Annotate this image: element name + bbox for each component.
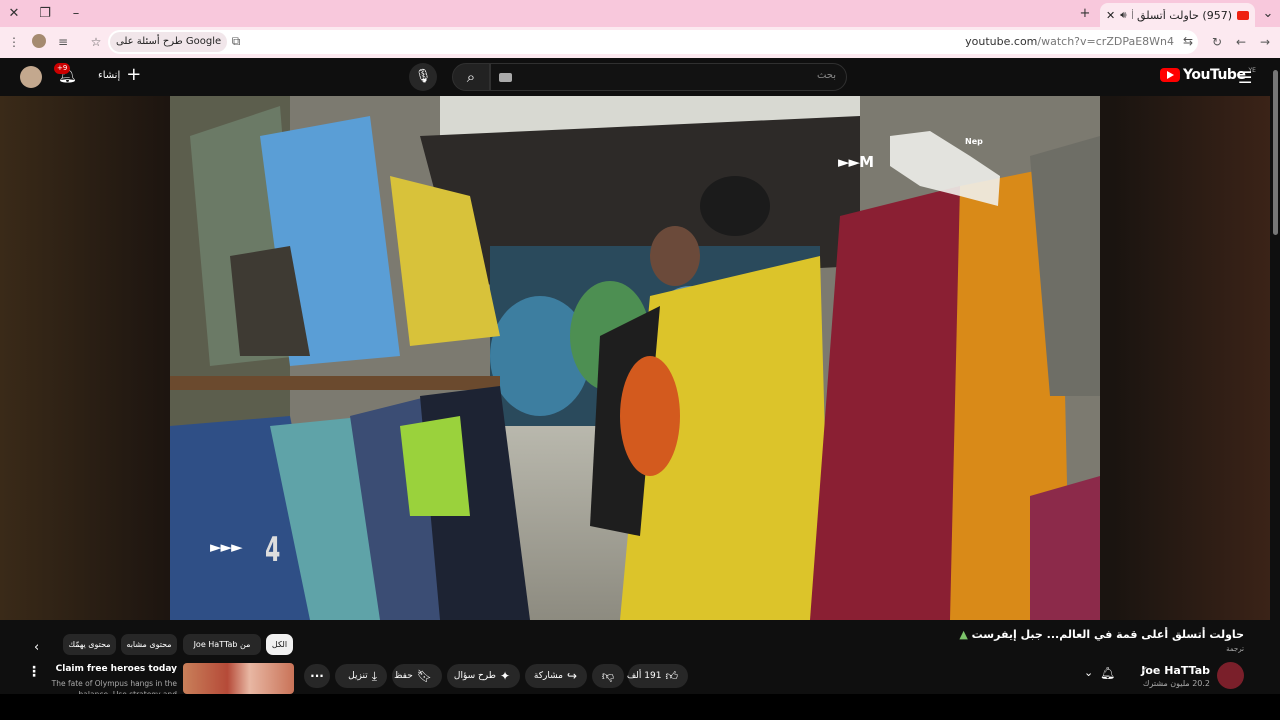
save-button[interactable]: 🔖︎ حفظ: [392, 664, 442, 688]
plus-icon: +: [126, 64, 142, 85]
mountain-emoji-icon: ▲: [959, 628, 968, 641]
overlay-arrows-bottom: ►►►: [210, 538, 243, 556]
sparkle-icon: ✦: [499, 669, 510, 683]
overlay-arrows-top: ►►M: [838, 153, 874, 171]
ad-menu-icon[interactable]: ⋮: [27, 664, 41, 680]
chip-all[interactable]: الكل: [266, 634, 293, 655]
browser-tab-bar: ✕ ❐ – + (957) حاولت أتسلق أعلى قمة 🔊︎ ✕ …: [0, 0, 1280, 27]
youtube-play-icon: [1160, 68, 1180, 82]
ask-label: طرح سؤال: [453, 671, 496, 681]
channel-name[interactable]: Joe HaTTab: [1141, 664, 1210, 677]
scrollbar-thumb[interactable]: [1273, 70, 1278, 235]
minimize-window-icon[interactable]: –: [66, 4, 86, 24]
subscribe-bell-icon[interactable]: 🔔︎: [1100, 666, 1115, 680]
map-label: Nep: [965, 137, 983, 146]
logo-text: YouTube: [1183, 67, 1246, 83]
search-icon: ⌕: [466, 68, 476, 86]
download-button[interactable]: ⤓ تنزيل: [335, 664, 387, 688]
new-tab-button[interactable]: +: [1075, 4, 1095, 24]
url-text[interactable]: youtube.com/watch?v=crZDPaE8Wn4: [965, 35, 1174, 48]
bookmark-icon: 🔖︎: [416, 669, 432, 683]
profile-avatar-icon[interactable]: [32, 34, 46, 48]
download-icon: ⤓: [371, 669, 377, 683]
ask-google-chip[interactable]: طرح أسئلة على Google: [110, 32, 228, 52]
create-label: إنشاء: [98, 69, 121, 81]
chips-scroll-left-icon[interactable]: ‹: [34, 640, 39, 655]
translated-label: ترجمة: [1226, 645, 1244, 653]
menu-hamburger-icon[interactable]: ☰: [1238, 68, 1252, 87]
url-path: /watch?v=crZDPaE8Wn4: [1037, 35, 1174, 48]
back-icon[interactable]: →: [1257, 35, 1273, 49]
search-placeholder: بحث: [816, 70, 836, 81]
thumbs-down-icon: 👎︎: [601, 669, 615, 683]
youtube-header: 🔔︎ +9 إنشاء + 🎙︎ ⌕ بحث YouTube YE ☰: [0, 58, 1280, 96]
share-button[interactable]: ↪ مشاركة: [525, 664, 587, 688]
voice-search-button[interactable]: 🎙︎: [409, 63, 437, 91]
close-window-icon[interactable]: ✕: [4, 4, 24, 24]
save-label: حفظ: [394, 671, 413, 681]
keyboard-icon[interactable]: [499, 73, 512, 82]
speaker-icon[interactable]: 🔊︎: [1120, 10, 1126, 21]
address-toolbar: ⋮ ≡ ☆ طرح أسئلة على Google ⧉ youtube.com…: [0, 27, 1280, 58]
download-label: تنزيل: [348, 671, 368, 681]
verified-check-icon: ✔: [1141, 665, 1148, 674]
like-button[interactable]: 👍︎ 191 ألف: [626, 664, 688, 688]
tab-search-icon[interactable]: ⌄: [1258, 4, 1278, 24]
url-host: youtube.com: [965, 35, 1038, 48]
chip-from-channel[interactable]: من Joe HaTTab: [183, 634, 261, 655]
screenshot-icon[interactable]: ⧉: [228, 34, 244, 49]
like-count: 191 ألف: [626, 671, 662, 681]
forward-icon[interactable]: ←: [1233, 35, 1249, 49]
search-button[interactable]: ⌕: [452, 63, 490, 91]
tab-close-icon[interactable]: ✕: [1106, 9, 1115, 22]
search-input[interactable]: بحث: [490, 63, 847, 91]
thumbs-up-icon: 👍︎: [665, 669, 678, 683]
chip-interests[interactable]: محتوى يهمّك: [63, 634, 116, 655]
ad-thumbnail[interactable]: [183, 663, 294, 694]
video-player[interactable]: [170, 96, 1100, 620]
bottom-strip: [0, 694, 1280, 720]
create-button[interactable]: إنشاء +: [98, 64, 142, 85]
microphone-icon: 🎙︎: [414, 69, 432, 84]
bookmark-star-icon[interactable]: ☆: [88, 35, 104, 49]
chip-similar[interactable]: محتوى مشابه: [121, 634, 177, 655]
overlay-number: 4: [265, 530, 281, 570]
youtube-favicon-icon: [1237, 10, 1249, 20]
ask-button[interactable]: ✦ طرح سؤال: [447, 664, 520, 688]
video-frame: [170, 96, 1100, 620]
reading-list-icon[interactable]: ≡: [55, 35, 71, 49]
share-icon: ↪: [566, 669, 577, 683]
video-title-text: حاولت أتسلق أعلى قمة في العالم... جبل إي…: [971, 628, 1244, 641]
browser-tab[interactable]: (957) حاولت أتسلق أعلى قمة 🔊︎ ✕: [1100, 3, 1255, 27]
channel-avatar[interactable]: [1217, 662, 1244, 689]
dislike-button[interactable]: 👎︎: [592, 664, 624, 688]
browser-menu-icon[interactable]: ⋮: [6, 35, 22, 49]
site-settings-icon[interactable]: ⇆: [1180, 34, 1196, 48]
subscribe-chevron-down-icon[interactable]: ⌄: [1084, 666, 1093, 679]
omnibox[interactable]: طرح أسئلة على Google ⧉ youtube.com/watch…: [108, 30, 1198, 54]
share-label: مشاركة: [533, 671, 563, 681]
ad-subtitle: The fate of Olympus hangs in the balance…: [51, 679, 177, 694]
account-avatar[interactable]: [20, 66, 42, 88]
notifications-button[interactable]: 🔔︎ +9: [54, 63, 77, 84]
ad-title[interactable]: Claim free heroes today: [40, 664, 177, 674]
more-actions-button[interactable]: ···: [304, 664, 330, 688]
notifications-badge: +9: [54, 63, 71, 74]
reload-icon[interactable]: ↻: [1209, 35, 1225, 49]
video-title: حاولت أتسلق أعلى قمة في العالم... جبل إي…: [959, 628, 1244, 641]
subscriber-count: 20.2 مليون مشترك: [1142, 679, 1210, 688]
tab-title: (957) حاولت أتسلق أعلى قمة: [1131, 8, 1232, 22]
restore-window-icon[interactable]: ❐: [35, 4, 55, 24]
